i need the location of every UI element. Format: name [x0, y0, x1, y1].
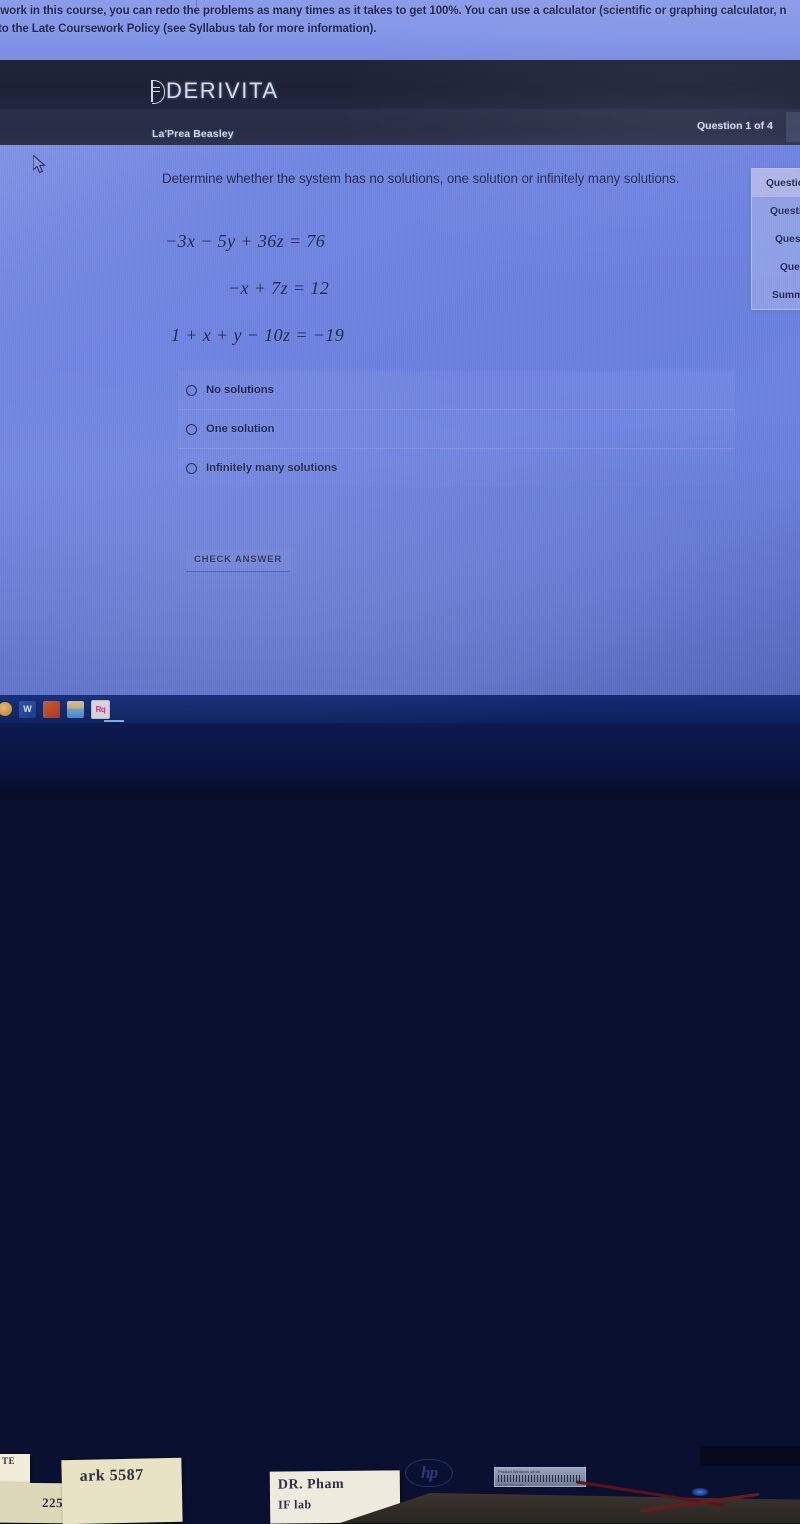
- answer-option-no-solutions[interactable]: No solutions: [178, 371, 735, 410]
- answer-option-label: No solutions: [206, 384, 274, 396]
- lms-page-text-strip: ework in this course, you can redo the p…: [0, 0, 800, 60]
- question-counter: Question 1 of 4: [697, 120, 773, 132]
- note-text-5587: ark 5587: [79, 1466, 144, 1485]
- sticky-note-corner: TE: [0, 1454, 30, 1484]
- answer-options-list: No solutions One solution Infinitely man…: [178, 371, 735, 487]
- derivita-logo[interactable]: DERIVITA: [149, 78, 279, 104]
- lms-banner-line-2: to the Late Coursework Policy (see Sylla…: [0, 23, 377, 35]
- monitor-barcode-sticker: Product Windows serial 41 21 22 3449: [494, 1467, 586, 1487]
- equation-2: −x + 7z = 12: [228, 278, 330, 298]
- barcode-bars: [498, 1475, 582, 1482]
- office-icon[interactable]: [43, 700, 60, 718]
- derivita-mark-icon: [149, 80, 165, 104]
- monitor-screen: ework in this course, you can redo the p…: [0, 0, 800, 723]
- sidebar-toggle-button[interactable]: [786, 112, 800, 142]
- windows-taskbar: W Rq: [0, 695, 800, 723]
- nav-item-question-2[interactable]: Question 2: [752, 197, 800, 225]
- mouse-cursor-icon: [33, 155, 46, 174]
- note-corner-text: TE: [2, 1456, 16, 1466]
- blue-led-glow: [692, 1488, 708, 1496]
- bezel-shadow: [700, 1446, 800, 1466]
- sticky-note-phone: ark 5587: [61, 1457, 183, 1524]
- equation-3: 1 + x + y − 10z = −19: [171, 325, 345, 345]
- question-prompt: Determine whether the system has no solu…: [162, 171, 680, 186]
- pink-app-icon[interactable]: Rq: [91, 699, 110, 719]
- active-app-indicator: [104, 720, 124, 722]
- barcode-digits: 41 21 22 3449: [498, 1483, 524, 1487]
- brand-name: DERIVITA: [166, 78, 279, 103]
- answer-option-infinitely-many[interactable]: Infinitely many solutions: [178, 449, 735, 487]
- pink-app-label: Rq: [95, 704, 106, 714]
- app-header-bar: [0, 60, 800, 109]
- nav-item-question-3[interactable]: Question 3: [752, 225, 800, 253]
- radio-button-icon[interactable]: [186, 384, 197, 396]
- radio-button-icon[interactable]: [186, 423, 197, 435]
- note-text-lab: IF lab: [278, 1497, 312, 1512]
- monitor-bezel: hp Product Windows serial 41 21 22 3449 …: [0, 723, 800, 1524]
- hp-logo: hp: [405, 1459, 453, 1487]
- lms-banner-line-1: ework in this course, you can redo the p…: [0, 5, 787, 17]
- secondary-bar: [0, 109, 800, 145]
- student-name: La'Prea Beasley: [152, 128, 234, 140]
- nav-item-summary[interactable]: Summary: [752, 281, 800, 309]
- check-answer-button[interactable]: CHECK ANSWER: [186, 550, 291, 572]
- answer-option-label: Infinitely many solutions: [206, 462, 338, 474]
- radio-button-icon[interactable]: [186, 462, 197, 474]
- edge-icon[interactable]: [0, 702, 12, 716]
- question-navigation-panel: Question 1 Question 2 Question 3 Questio…: [751, 168, 800, 310]
- word-icon[interactable]: W: [19, 700, 36, 718]
- answer-option-one-solution[interactable]: One solution: [178, 410, 735, 449]
- barcode-caption: Product Windows serial: [498, 1469, 540, 1474]
- nav-item-question-1[interactable]: Question 1: [752, 169, 800, 197]
- nav-item-question-4[interactable]: Question 4: [752, 253, 800, 281]
- note-text-doctor: DR. Pham: [277, 1476, 345, 1493]
- answer-option-label: One solution: [206, 423, 275, 435]
- equation-1: −3x − 5y + 36z = 76: [165, 231, 326, 251]
- file-explorer-icon[interactable]: [67, 700, 84, 718]
